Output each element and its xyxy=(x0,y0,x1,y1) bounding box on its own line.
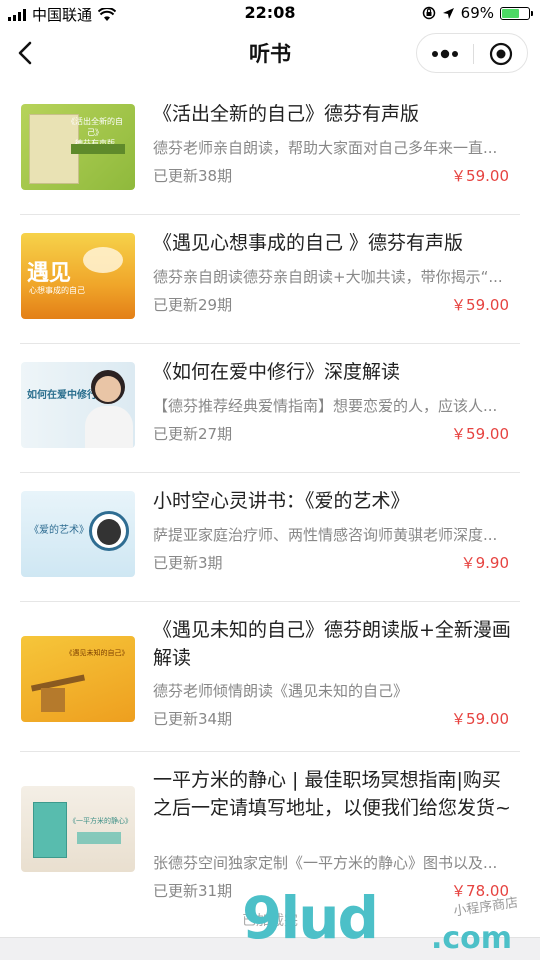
item-price: ￥59.00 xyxy=(451,710,509,728)
item-desc: 萨提亚家庭治疗师、两性情感咨询师黄骐老师深度... xyxy=(153,526,498,544)
item-price: ￥59.00 xyxy=(451,167,509,185)
watermark-subtitle: 小程序商店 xyxy=(452,895,520,920)
target-close-icon xyxy=(489,42,513,66)
cover-text: 《遇见未知的自己》 xyxy=(65,649,129,657)
item-price: ￥59.00 xyxy=(451,425,509,443)
item-price: ￥59.00 xyxy=(451,296,509,314)
item-title: 小时空心灵讲书：《爱的艺术》 xyxy=(153,490,410,512)
list-item[interactable]: 遇见 心想事成的自己 《遇见心想事成的自己 》德芬有声版 德芬亲自朗读德芬亲自朗… xyxy=(0,215,540,344)
cover-thumbnail: 《一平方米的静心》 xyxy=(21,786,135,872)
item-desc: 张德芬空间独家定制《一平方米的静心》图书以及... xyxy=(153,854,498,872)
item-desc: 【德芬推荐经典爱情指南】想要恋爱的人，应该人... xyxy=(153,397,498,415)
item-title: 《遇见心想事成的自己 》德芬有声版 xyxy=(153,232,464,254)
watermark-domain: .com xyxy=(430,921,512,956)
battery-percent: 69% xyxy=(460,4,494,22)
orientation-lock-icon xyxy=(422,6,435,20)
mini-program-capsule xyxy=(416,33,528,73)
cover-thumbnail: 《爱的艺术》 xyxy=(21,491,135,577)
nav-bar: 听书 xyxy=(0,28,540,78)
list-item[interactable]: 《一平方米的静心》 一平方米的静心 | 最佳职场冥想指南|购买之后一定请填写地址… xyxy=(0,752,540,902)
list-item[interactable]: 《活出全新的自己》 德芬有声版 《活出全新的自己》德芬有声版 德芬老师亲自朗读，… xyxy=(0,86,540,215)
cover-thumbnail: 如何在爱中修行 xyxy=(21,362,135,448)
cover-text: 《一平方米的静心》 xyxy=(69,817,132,825)
list-item[interactable]: 《遇见未知的自己》 《遇见未知的自己》德芬朗读版+全新漫画解读 德芬老师倾情朗读… xyxy=(0,602,540,752)
status-right: 69% xyxy=(422,4,533,22)
item-title: 《如何在爱中修行》深度解读 xyxy=(153,361,401,383)
list-item[interactable]: 《爱的艺术》 小时空心灵讲书：《爱的艺术》 萨提亚家庭治疗师、两性情感咨询师黄骐… xyxy=(0,473,540,602)
cover-text: 心想事成的自己 xyxy=(29,286,85,295)
battery-icon xyxy=(500,6,533,20)
audiobook-list: 《活出全新的自己》 德芬有声版 《活出全新的自己》德芬有声版 德芬老师亲自朗读，… xyxy=(0,86,540,902)
update-count: 已更新38期 xyxy=(153,167,233,185)
update-count: 已更新3期 xyxy=(153,554,223,572)
item-price: ￥9.90 xyxy=(460,554,509,572)
more-button[interactable] xyxy=(417,34,473,74)
cover-text: 遇见 xyxy=(27,261,72,286)
item-title: 《遇见未知的自己》德芬朗读版+全新漫画解读 xyxy=(153,619,511,669)
update-count: 已更新34期 xyxy=(153,710,233,728)
cover-text: 《活出全新的自己》 xyxy=(67,117,123,137)
update-count: 已更新29期 xyxy=(153,296,233,314)
watermark: 9lud 小程序商店 .com xyxy=(242,884,540,960)
update-count: 已更新31期 xyxy=(153,882,233,900)
cover-text: 《爱的艺术》 xyxy=(29,525,89,536)
watermark-brand: 9lud xyxy=(242,884,379,952)
item-desc: 德芬亲自朗读德芬亲自朗读+大咖共读，带你揭示“... xyxy=(153,268,503,286)
cover-text: 如何在爱中修行 xyxy=(27,390,97,401)
cover-thumbnail: 遇见 心想事成的自己 xyxy=(21,233,135,319)
close-button[interactable] xyxy=(473,34,529,74)
more-dots-icon xyxy=(432,49,458,59)
cover-thumbnail: 《遇见未知的自己》 xyxy=(21,636,135,722)
cover-thumbnail: 《活出全新的自己》 德芬有声版 xyxy=(21,104,135,190)
update-count: 已更新27期 xyxy=(153,425,233,443)
list-item[interactable]: 如何在爱中修行 《如何在爱中修行》深度解读 【德芬推荐经典爱情指南】想要恋爱的人… xyxy=(0,344,540,473)
item-title: 一平方米的静心 | 最佳职场冥想指南|购买之后一定请填写地址，以便我们给您发货~ xyxy=(153,769,511,819)
status-bar: 中国联通 22:08 69% xyxy=(0,0,540,28)
item-title: 《活出全新的自己》德芬有声版 xyxy=(153,103,420,125)
item-desc: 德芬老师倾情朗读《遇见未知的自己》 xyxy=(153,682,409,700)
location-arrow-icon xyxy=(442,7,454,19)
item-desc: 德芬老师亲自朗读，帮助大家面对自己多年来一直... xyxy=(153,139,498,157)
